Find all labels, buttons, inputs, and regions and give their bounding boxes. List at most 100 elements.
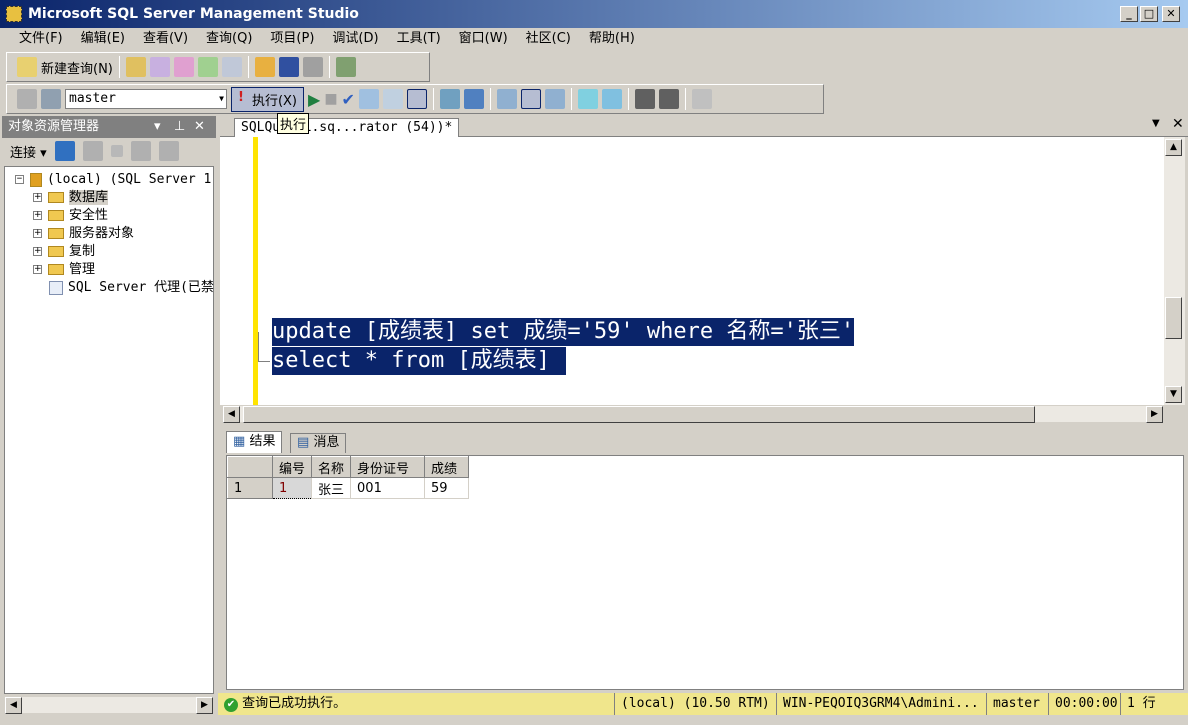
editor-vertical-scrollbar[interactable]: ▲ ▼ bbox=[1164, 137, 1185, 405]
expand-icon[interactable]: + bbox=[33, 211, 42, 220]
table-cell[interactable]: 张三 bbox=[311, 477, 352, 499]
save-icon[interactable] bbox=[278, 57, 299, 77]
refresh-icon[interactable] bbox=[158, 141, 179, 161]
close-tab-icon[interactable]: ✕ bbox=[1172, 116, 1184, 132]
column-header[interactable]: 编号 bbox=[271, 456, 313, 478]
column-header[interactable]: 名称 bbox=[311, 456, 352, 478]
results-to-file-icon[interactable] bbox=[544, 89, 565, 109]
xmla-query-icon[interactable] bbox=[197, 57, 218, 77]
query-designer-icon[interactable] bbox=[382, 89, 403, 109]
execute-button[interactable]: ! 执行(X) bbox=[231, 86, 304, 112]
tab-sql-query[interactable]: SQLQu...1.sq...rator (54))* bbox=[234, 118, 460, 137]
scroll-down-icon[interactable]: ▼ bbox=[1165, 386, 1182, 403]
debug-icon[interactable]: ▶ bbox=[308, 90, 320, 109]
menu-query[interactable]: 查询(Q) bbox=[197, 28, 261, 50]
results-grid[interactable]: 编号 名称 身份证号 成绩 1 1 张三 001 59 bbox=[226, 455, 1184, 690]
expand-icon[interactable]: + bbox=[33, 265, 42, 274]
collapse-icon[interactable]: − bbox=[15, 175, 24, 184]
code-line-2[interactable]: select * from [成绩表] bbox=[272, 347, 566, 375]
specify-values-icon[interactable] bbox=[691, 89, 712, 109]
node-label: 服务器对象 bbox=[69, 226, 135, 241]
results-to-grid-icon[interactable] bbox=[520, 89, 541, 109]
dropdown-icon[interactable]: ▾ bbox=[154, 116, 161, 138]
activity-monitor-icon[interactable] bbox=[335, 57, 356, 77]
mdx-query-icon[interactable] bbox=[149, 57, 170, 77]
dmx-query-icon[interactable] bbox=[173, 57, 194, 77]
scroll-thumb[interactable] bbox=[1165, 297, 1182, 339]
tree-node-security[interactable]: + 安全性 bbox=[33, 207, 108, 225]
tab-results[interactable]: ▦ 结果 bbox=[226, 431, 283, 453]
menu-edit[interactable]: 编辑(E) bbox=[72, 28, 134, 50]
database-select[interactable]: master ▼ bbox=[65, 89, 227, 109]
open-file-icon[interactable] bbox=[254, 57, 275, 77]
filter-icon[interactable] bbox=[130, 141, 151, 161]
row-header[interactable]: 1 bbox=[227, 477, 273, 499]
table-cell[interactable]: 1 bbox=[271, 477, 313, 499]
tab-messages[interactable]: ▤ 消息 bbox=[290, 433, 347, 453]
tree-node-databases[interactable]: + 数据库 bbox=[33, 189, 109, 207]
close-panel-icon[interactable]: ✕ bbox=[194, 116, 205, 138]
tab-list-icon[interactable]: ▼ bbox=[1152, 118, 1160, 129]
column-header[interactable]: 成绩 bbox=[424, 456, 470, 478]
compact-query-icon[interactable] bbox=[221, 57, 242, 77]
menu-file[interactable]: 文件(F) bbox=[10, 28, 72, 50]
status-message: ✔ 查询已成功执行。 bbox=[218, 693, 614, 715]
minimize-button[interactable]: _ bbox=[1120, 6, 1138, 22]
menu-debug[interactable]: 调试(D) bbox=[323, 28, 387, 50]
menu-project[interactable]: 项目(P) bbox=[261, 28, 323, 50]
scroll-left-icon[interactable]: ◀ bbox=[223, 406, 240, 423]
uncomment-icon[interactable] bbox=[601, 89, 622, 109]
comment-icon[interactable] bbox=[577, 89, 598, 109]
intellisense-icon[interactable] bbox=[406, 89, 427, 109]
close-button[interactable]: ✕ bbox=[1162, 6, 1180, 22]
stop-icon[interactable] bbox=[110, 145, 123, 157]
change-connection-icon[interactable] bbox=[41, 89, 61, 109]
table-cell[interactable]: 59 bbox=[424, 477, 470, 499]
decrease-indent-icon[interactable] bbox=[634, 89, 655, 109]
tree-node-server[interactable]: − (local) (SQL Server 1 bbox=[15, 171, 211, 189]
parse-icon[interactable]: ✔ bbox=[342, 90, 355, 109]
query-editor[interactable]: update [成绩表] set 成绩='59' where 名称='张三' s… bbox=[220, 137, 1164, 405]
tree-horizontal-scrollbar[interactable]: ◀ ▶ bbox=[4, 696, 214, 714]
menu-community[interactable]: 社区(C) bbox=[517, 28, 580, 50]
status-user: WIN-PEQOIQ3GRM4\Admini... bbox=[776, 693, 986, 715]
new-query-icon bbox=[17, 57, 37, 77]
tree-node-sql-agent[interactable]: SQL Server 代理(已禁 bbox=[49, 279, 214, 297]
menu-window[interactable]: 窗口(W) bbox=[450, 28, 517, 50]
object-explorer-tree: − (local) (SQL Server 1 + 数据库 + 安全性 + 服务器对象 … bbox=[4, 166, 214, 694]
include-plan-icon[interactable] bbox=[439, 89, 460, 109]
scroll-right-icon[interactable]: ▶ bbox=[1146, 406, 1163, 423]
expand-icon[interactable]: + bbox=[33, 229, 42, 238]
scroll-thumb[interactable] bbox=[243, 406, 1035, 423]
pin-icon[interactable]: ⊥ bbox=[174, 116, 185, 138]
tree-node-server-objects[interactable]: + 服务器对象 bbox=[33, 225, 134, 243]
scroll-right-icon[interactable]: ▶ bbox=[196, 697, 213, 714]
tree-node-management[interactable]: + 管理 bbox=[33, 261, 95, 279]
new-query-button[interactable]: 新建查询(N) bbox=[41, 58, 113, 77]
menu-help[interactable]: 帮助(H) bbox=[580, 28, 644, 50]
table-cell[interactable]: 001 bbox=[350, 477, 426, 499]
column-header[interactable]: 身份证号 bbox=[350, 456, 426, 478]
print-icon[interactable] bbox=[302, 57, 323, 77]
database-engine-query-icon[interactable] bbox=[125, 57, 146, 77]
scroll-up-icon[interactable]: ▲ bbox=[1165, 139, 1182, 156]
connect-icon[interactable] bbox=[17, 89, 37, 109]
scroll-left-icon[interactable]: ◀ bbox=[5, 697, 22, 714]
increase-indent-icon[interactable] bbox=[658, 89, 679, 109]
menu-tools[interactable]: 工具(T) bbox=[388, 28, 450, 50]
cancel-query-icon[interactable]: ■ bbox=[324, 91, 337, 107]
disconnect-icon[interactable] bbox=[82, 141, 103, 161]
connect-object-explorer-icon[interactable] bbox=[54, 141, 75, 161]
code-line-1[interactable]: update [成绩表] set 成绩='59' where 名称='张三' bbox=[272, 318, 855, 346]
tree-node-replication[interactable]: + 复制 bbox=[33, 243, 95, 261]
results-to-text-icon[interactable] bbox=[496, 89, 517, 109]
menu-view[interactable]: 查看(V) bbox=[134, 28, 197, 50]
connect-button[interactable]: 连接 ▾ bbox=[10, 142, 47, 161]
corner-cell[interactable] bbox=[227, 456, 273, 478]
maximize-button[interactable]: □ bbox=[1140, 6, 1158, 22]
display-plan-icon[interactable] bbox=[358, 89, 379, 109]
expand-icon[interactable]: + bbox=[33, 247, 42, 256]
editor-horizontal-scrollbar[interactable]: ◀ ▶ bbox=[222, 405, 1164, 423]
client-statistics-icon[interactable] bbox=[463, 89, 484, 109]
expand-icon[interactable]: + bbox=[33, 193, 42, 202]
